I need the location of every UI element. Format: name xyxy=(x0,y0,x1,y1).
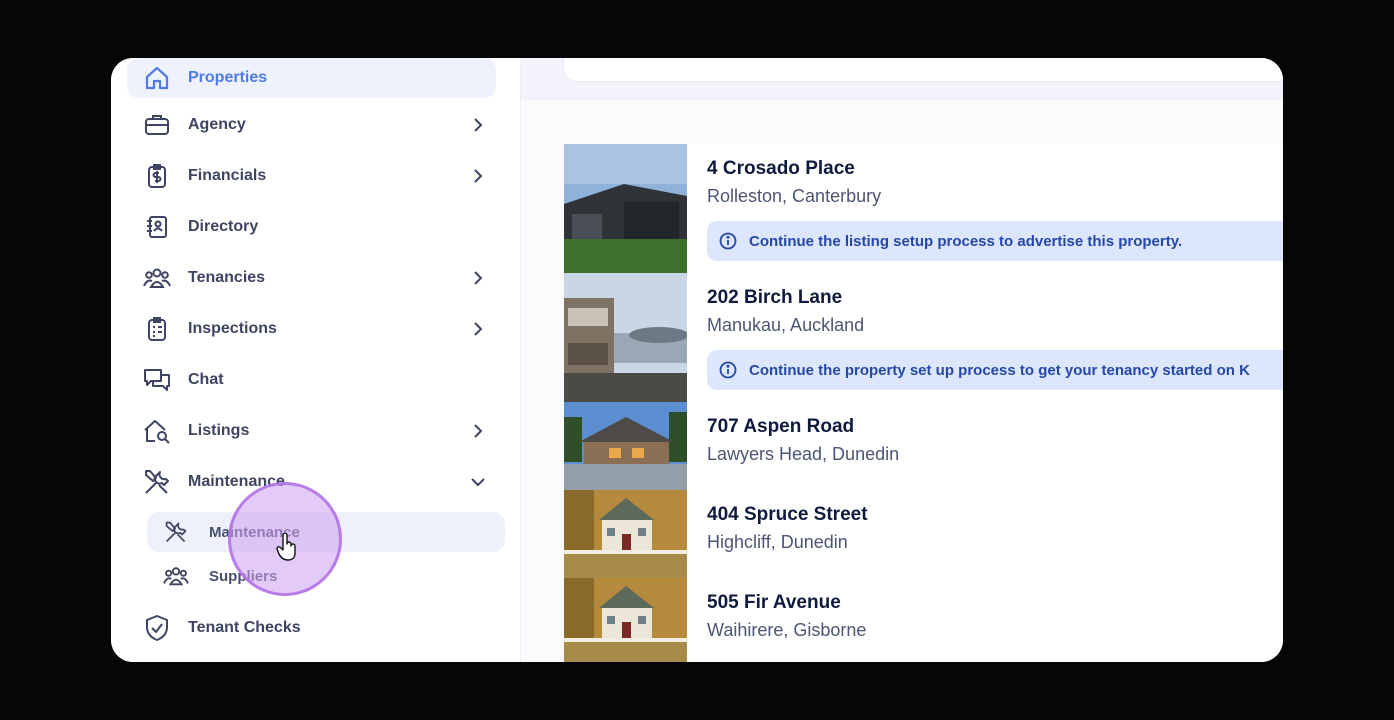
property-title: 202 Birch Lane xyxy=(707,287,843,308)
sidebar-item-label: Properties xyxy=(188,69,268,86)
sidebar-item-label: Listings xyxy=(188,422,250,439)
tools-icon xyxy=(163,519,189,545)
chevron-right-icon xyxy=(474,424,483,438)
property-title: 505 Fir Avenue xyxy=(707,592,841,613)
property-card[interactable]: 202 Birch Lane Manukau, Auckland Continu… xyxy=(564,273,1283,403)
top-bar xyxy=(521,58,1283,100)
sidebar-item-label: Agency xyxy=(188,116,246,133)
sidebar-item-label: Financials xyxy=(188,167,267,184)
property-location: Manukau, Auckland xyxy=(707,315,865,335)
info-icon xyxy=(719,232,737,250)
property-card[interactable]: 4 Crosado Place Rolleston, Canterbury Co… xyxy=(564,144,1283,274)
property-card[interactable]: 505 Fir Avenue Waihirere, Gisborne xyxy=(564,578,1283,662)
property-location: Rolleston, Canterbury xyxy=(707,186,882,206)
property-location: Lawyers Head, Dunedin xyxy=(707,444,900,464)
property-title: 404 Spruce Street xyxy=(707,504,868,525)
sidebar-item-label: Tenant Checks xyxy=(188,619,301,636)
chat-bubbles-icon xyxy=(142,365,172,395)
property-location: Waihirere, Gisborne xyxy=(707,620,867,640)
property-photo xyxy=(564,273,687,402)
info-icon xyxy=(719,361,737,379)
banner-text: Continue the listing setup process to ad… xyxy=(749,232,1183,250)
sidebar-item-directory[interactable]: Directory xyxy=(127,207,496,247)
chevron-right-icon xyxy=(474,169,483,183)
people-group-icon xyxy=(142,263,172,293)
setup-banner[interactable]: Continue the listing setup process to ad… xyxy=(707,221,1283,261)
banner-text: Continue the property set up process to … xyxy=(749,361,1250,379)
hand-cursor-icon xyxy=(276,533,296,561)
main-content: 4 Crosado Place Rolleston, Canterbury Co… xyxy=(521,58,1283,662)
house-search-icon xyxy=(142,416,172,446)
sidebar-item-label: Tenancies xyxy=(188,269,266,286)
property-photo xyxy=(564,144,687,273)
chevron-right-icon xyxy=(474,118,483,132)
setup-banner[interactable]: Continue the property set up process to … xyxy=(707,350,1283,390)
sidebar-item-inspections[interactable]: Inspections xyxy=(127,309,496,349)
dollar-clipboard-icon xyxy=(142,161,172,191)
property-title: 4 Crosado Place xyxy=(707,158,855,179)
property-photo xyxy=(564,402,687,490)
people-group-icon xyxy=(163,563,189,589)
property-title: 707 Aspen Road xyxy=(707,416,855,437)
sidebar-item-listings[interactable]: Listings xyxy=(127,411,496,451)
sidebar-item-properties[interactable]: Properties xyxy=(127,58,496,98)
home-icon xyxy=(142,63,172,93)
sidebar-item-label: Directory xyxy=(188,218,259,235)
property-photo xyxy=(564,578,687,662)
briefcase-icon xyxy=(142,110,172,140)
sidebar-item-tenancies[interactable]: Tenancies xyxy=(127,258,496,298)
address-book-icon xyxy=(142,212,172,242)
checklist-clipboard-icon xyxy=(142,314,172,344)
shield-check-icon xyxy=(142,613,172,643)
property-card[interactable]: 707 Aspen Road Lawyers Head, Dunedin xyxy=(564,402,1283,491)
sidebar-item-agency[interactable]: Agency xyxy=(127,105,496,145)
sidebar-item-label: Inspections xyxy=(188,320,277,337)
tools-icon xyxy=(142,467,172,497)
property-photo xyxy=(564,490,687,578)
chevron-right-icon xyxy=(474,271,483,285)
sidebar-item-financials[interactable]: Financials xyxy=(127,156,496,196)
sidebar-item-tenant-checks[interactable]: Tenant Checks xyxy=(127,608,496,648)
property-card[interactable]: 404 Spruce Street Highcliff, Dunedin xyxy=(564,490,1283,579)
property-location: Highcliff, Dunedin xyxy=(707,532,848,552)
sidebar-item-chat[interactable]: Chat xyxy=(127,360,496,400)
chevron-right-icon xyxy=(474,322,483,336)
chevron-down-icon xyxy=(471,478,485,487)
search-card[interactable] xyxy=(563,58,1283,82)
sidebar-item-label: Chat xyxy=(188,371,224,388)
